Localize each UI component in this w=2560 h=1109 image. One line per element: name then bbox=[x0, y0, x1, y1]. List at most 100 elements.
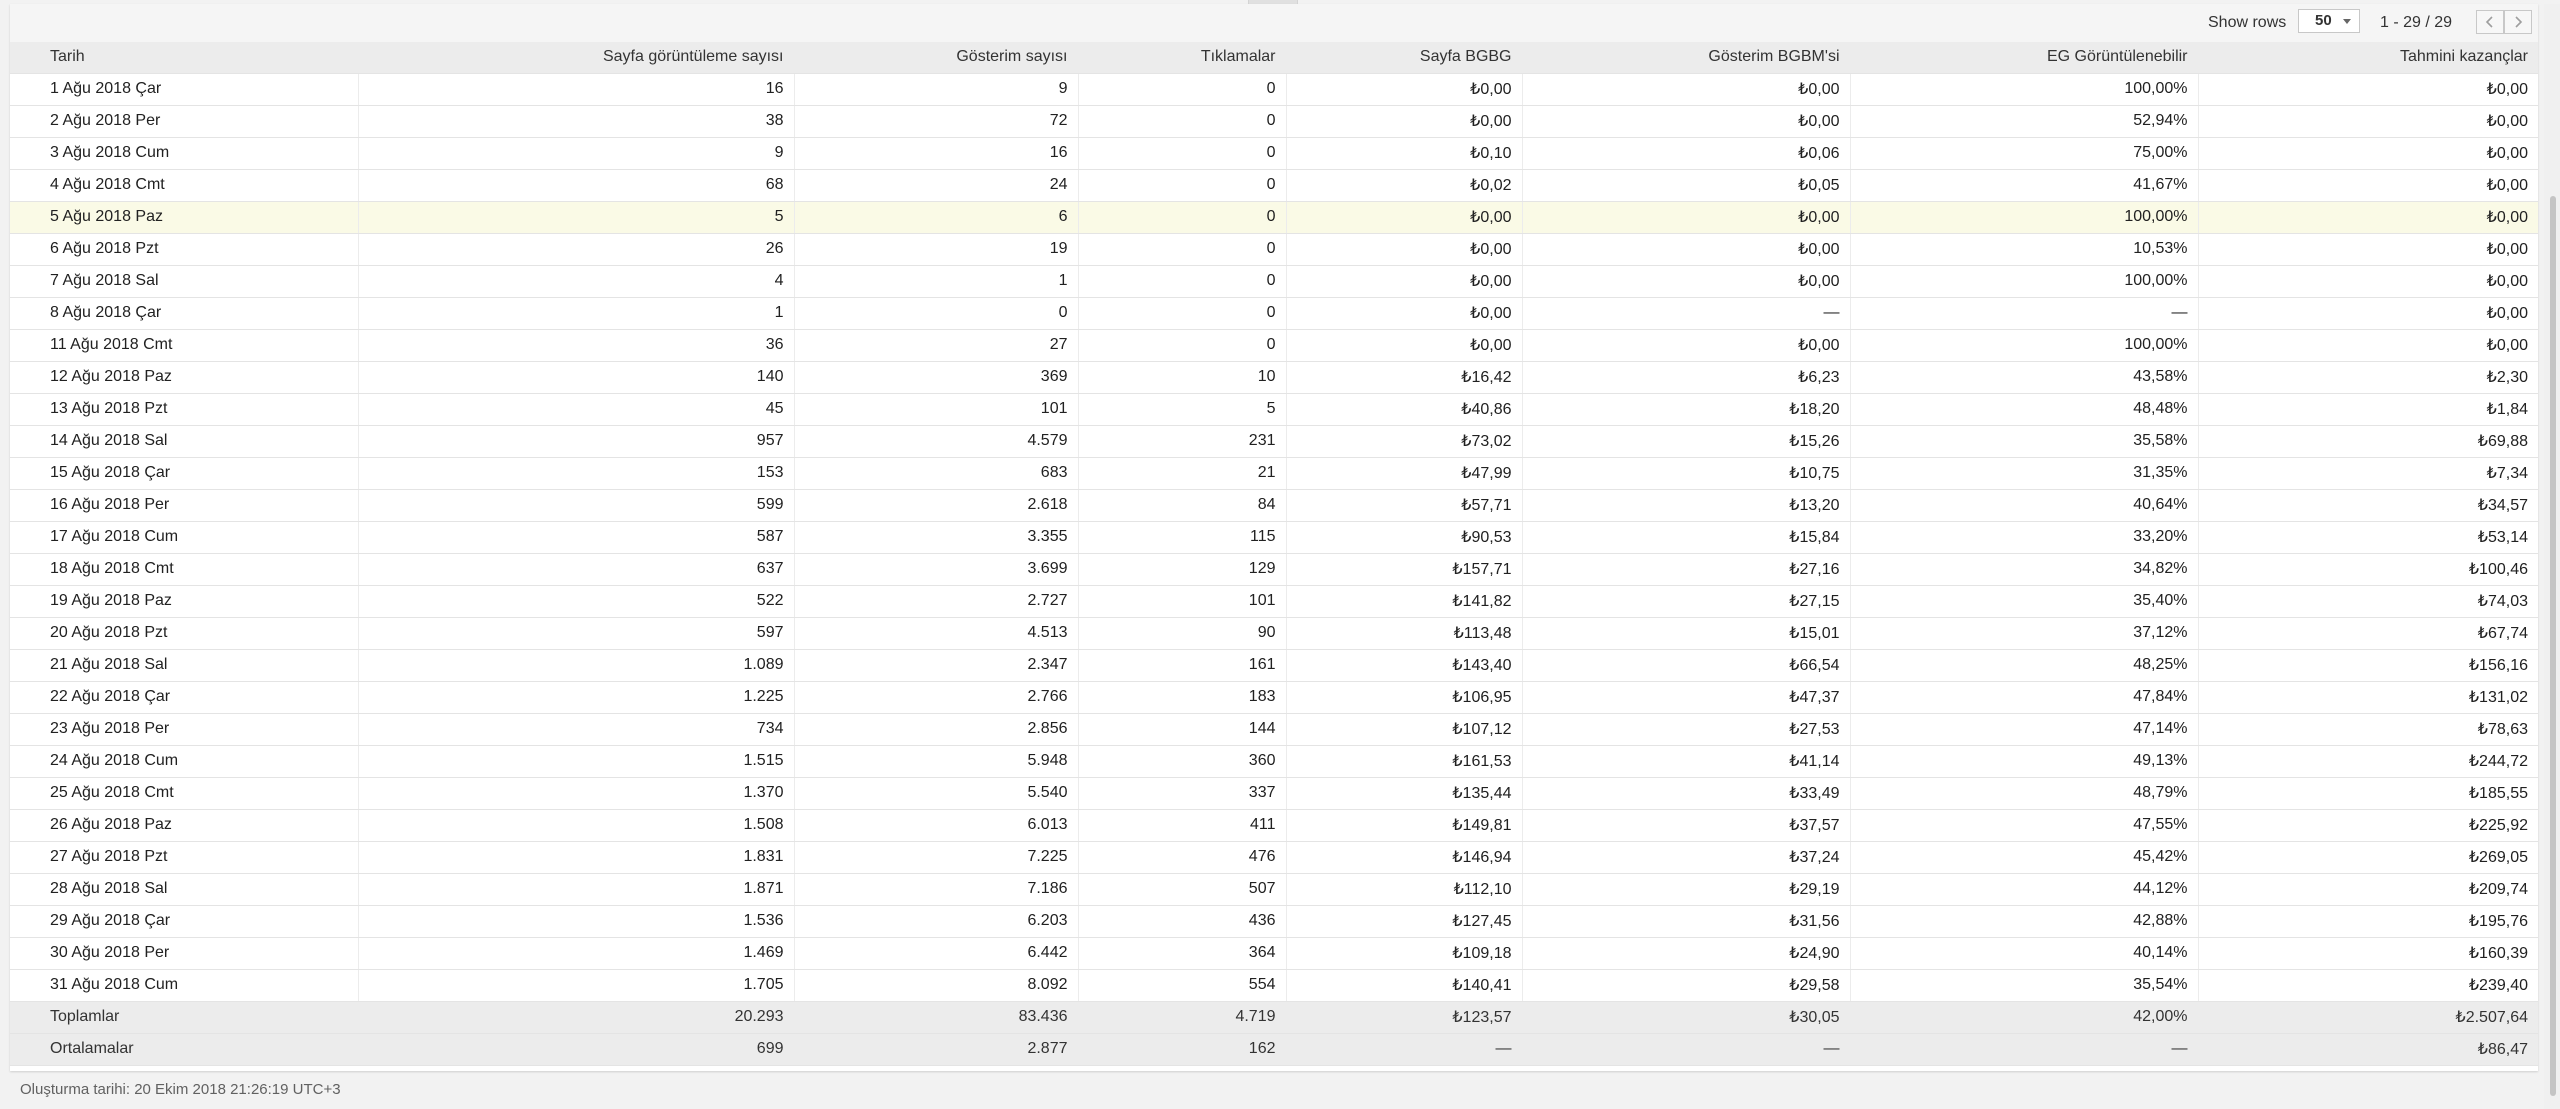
cell-page-rpm: ₺0,00 bbox=[1286, 233, 1523, 266]
cell-earnings: ₺7,34 bbox=[2198, 457, 2538, 490]
cell-date: 7 Ağu 2018 Sal bbox=[10, 265, 359, 298]
cell-earnings: ₺195,76 bbox=[2198, 905, 2538, 938]
cell-page-rpm: ₺143,40 bbox=[1286, 649, 1523, 682]
cell-impressions: 2.727 bbox=[794, 585, 1079, 618]
table-row: 11 Ağu 2018 Cmt 36 27 0 ₺0,00 ₺0,00 100,00% ₺0,… bbox=[10, 329, 2538, 362]
rows-per-page-value: 50 bbox=[2315, 12, 2332, 29]
cell-page-rpm: ₺40,86 bbox=[1286, 393, 1523, 426]
cell-clicks: 436 bbox=[1078, 905, 1287, 938]
cell-page-rpm: ₺141,82 bbox=[1286, 585, 1523, 618]
cell-clicks: 101 bbox=[1078, 585, 1287, 618]
cell-page-rpm: ₺113,48 bbox=[1286, 617, 1523, 650]
cell-impressions: 1 bbox=[794, 265, 1079, 298]
cell-impressions: 83.436 bbox=[794, 1001, 1079, 1034]
cell-impressions: 6.203 bbox=[794, 905, 1079, 938]
cell-date: 29 Ağu 2018 Çar bbox=[10, 905, 359, 938]
cell-pageviews: 1.370 bbox=[358, 777, 795, 810]
cell-page-rpm: — bbox=[1286, 1033, 1523, 1066]
column-header-clicks[interactable]: Tıklamalar bbox=[1078, 42, 1287, 74]
table-row: 5 Ağu 2018 Paz 5 6 0 ₺0,00 ₺0,00 100,00% ₺0,00 bbox=[10, 201, 2538, 234]
cell-impression-rpm: ₺0,00 bbox=[1522, 329, 1851, 362]
cell-viewable: 45,42% bbox=[1850, 841, 2199, 874]
cell-impressions: 2.877 bbox=[794, 1033, 1079, 1066]
cell-impressions: 7.225 bbox=[794, 841, 1079, 874]
cell-impressions: 27 bbox=[794, 329, 1079, 362]
cell-impressions: 2.766 bbox=[794, 681, 1079, 714]
cell-viewable: 75,00% bbox=[1850, 137, 2199, 170]
cell-impression-rpm: — bbox=[1522, 297, 1851, 330]
table-row: 14 Ağu 2018 Sal 957 4.579 231 ₺73,02 ₺15,26 35… bbox=[10, 425, 2538, 458]
table-row: 25 Ağu 2018 Cmt 1.370 5.540 337 ₺135,44 ₺33,4… bbox=[10, 777, 2538, 810]
pagination-range: 1 - 29 / 29 bbox=[2380, 14, 2453, 31]
cell-impressions: 24 bbox=[794, 169, 1079, 202]
cell-date: Toplamlar bbox=[10, 1001, 359, 1034]
cell-page-rpm: ₺106,95 bbox=[1286, 681, 1523, 714]
prev-page-button[interactable] bbox=[2476, 10, 2504, 34]
column-header-earnings[interactable]: Tahmini kazançlar bbox=[2198, 42, 2538, 74]
cell-pageviews: 20.293 bbox=[358, 1001, 795, 1034]
cell-earnings: ₺185,55 bbox=[2198, 777, 2538, 810]
cell-viewable: 42,00% bbox=[1850, 1001, 2199, 1034]
table-row: 20 Ağu 2018 Pzt 597 4.513 90 ₺113,48 ₺15,01 37… bbox=[10, 617, 2538, 650]
table-row: 17 Ağu 2018 Cum 587 3.355 115 ₺90,53 ₺15,84 33… bbox=[10, 521, 2538, 554]
table-row: 24 Ağu 2018 Cum 1.515 5.948 360 ₺161,53 ₺41,1… bbox=[10, 745, 2538, 778]
cell-pageviews: 4 bbox=[358, 265, 795, 298]
cell-date: 16 Ağu 2018 Per bbox=[10, 489, 359, 522]
next-page-button[interactable] bbox=[2504, 10, 2532, 34]
cell-impression-rpm: ₺0,00 bbox=[1522, 73, 1851, 106]
cell-clicks: 337 bbox=[1078, 777, 1287, 810]
cell-page-rpm: ₺0,02 bbox=[1286, 169, 1523, 202]
cell-pageviews: 1.089 bbox=[358, 649, 795, 682]
cell-pageviews: 1 bbox=[358, 297, 795, 330]
table-row: 4 Ağu 2018 Cmt 68 24 0 ₺0,02 ₺0,05 41,67% ₺0,00 bbox=[10, 169, 2538, 202]
table-row: 15 Ağu 2018 Çar 153 683 21 ₺47,99 ₺10,75 31,35… bbox=[10, 457, 2538, 490]
table-row: 12 Ağu 2018 Paz 140 369 10 ₺16,42 ₺6,23 43,58%… bbox=[10, 361, 2538, 394]
cell-date: 15 Ağu 2018 Çar bbox=[10, 457, 359, 490]
column-header-viewable[interactable]: EG Görüntülenebilir bbox=[1850, 42, 2199, 74]
cell-viewable: 47,55% bbox=[1850, 809, 2199, 842]
cell-earnings: ₺74,03 bbox=[2198, 585, 2538, 618]
cell-impressions: 5.540 bbox=[794, 777, 1079, 810]
table-toolbar: Show rows 50 1 - 29 / 29 bbox=[10, 4, 2538, 42]
cell-page-rpm: ₺16,42 bbox=[1286, 361, 1523, 394]
column-header-date[interactable]: Tarih bbox=[10, 42, 359, 74]
cell-page-rpm: ₺0,00 bbox=[1286, 297, 1523, 330]
cell-impressions: 72 bbox=[794, 105, 1079, 138]
cell-viewable: 35,40% bbox=[1850, 585, 2199, 618]
cell-clicks: 231 bbox=[1078, 425, 1287, 458]
cell-clicks: 0 bbox=[1078, 297, 1287, 330]
cell-page-rpm: ₺57,71 bbox=[1286, 489, 1523, 522]
table-row: 8 Ağu 2018 Çar 1 0 0 ₺0,00— — ₺0,00 bbox=[10, 297, 2538, 330]
cell-page-rpm: ₺47,99 bbox=[1286, 457, 1523, 490]
table-body: 1 Ağu 2018 Çar 16 9 0 ₺0,00 ₺0,00 100,00% ₺0,00… bbox=[10, 73, 2538, 1066]
cell-earnings: ₺0,00 bbox=[2198, 169, 2538, 202]
cell-date: 11 Ağu 2018 Cmt bbox=[10, 329, 359, 362]
cell-earnings: ₺269,05 bbox=[2198, 841, 2538, 874]
column-header-impression-rpm[interactable]: Gösterim BGBM'si bbox=[1522, 42, 1851, 74]
cell-impression-rpm: ₺0,00 bbox=[1522, 233, 1851, 266]
cell-page-rpm: ₺109,18 bbox=[1286, 937, 1523, 970]
cell-impression-rpm: ₺47,37 bbox=[1522, 681, 1851, 714]
column-header-pageviews[interactable]: Sayfa görüntüleme sayısı bbox=[358, 42, 795, 74]
cell-impressions: 6.013 bbox=[794, 809, 1079, 842]
column-header-page-rpm[interactable]: Sayfa BGBG bbox=[1286, 42, 1523, 74]
cell-pageviews: 1.536 bbox=[358, 905, 795, 938]
cell-impression-rpm: ₺27,53 bbox=[1522, 713, 1851, 746]
cell-earnings: ₺67,74 bbox=[2198, 617, 2538, 650]
cell-page-rpm: ₺0,00 bbox=[1286, 201, 1523, 234]
cell-impression-rpm: ₺27,16 bbox=[1522, 553, 1851, 586]
cell-date: 14 Ağu 2018 Sal bbox=[10, 425, 359, 458]
cell-viewable: — bbox=[1850, 297, 2199, 330]
table-row: 2 Ağu 2018 Per 38 72 0 ₺0,00 ₺0,00 52,94% ₺0,00 bbox=[10, 105, 2538, 138]
cell-date: 25 Ağu 2018 Cmt bbox=[10, 777, 359, 810]
cell-earnings: ₺69,88 bbox=[2198, 425, 2538, 458]
cell-earnings: ₺160,39 bbox=[2198, 937, 2538, 970]
scrollbar-thumb[interactable] bbox=[2550, 196, 2556, 1096]
column-header-impressions[interactable]: Gösterim sayısı bbox=[794, 42, 1079, 74]
cell-earnings: ₺225,92 bbox=[2198, 809, 2538, 842]
cell-pageviews: 16 bbox=[358, 73, 795, 106]
cell-clicks: 0 bbox=[1078, 329, 1287, 362]
rows-per-page-select[interactable]: 50 bbox=[2298, 9, 2360, 33]
cell-impressions: 6.442 bbox=[794, 937, 1079, 970]
cell-viewable: 44,12% bbox=[1850, 873, 2199, 906]
